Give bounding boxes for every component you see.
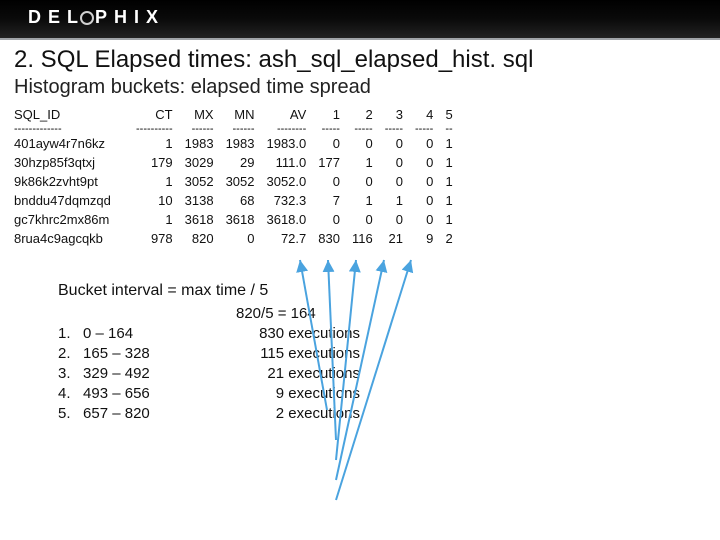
- col-mn: MN: [220, 105, 261, 124]
- col-ct: CT: [130, 105, 179, 124]
- col-mx: MX: [179, 105, 220, 124]
- bucket-executions: 820/5 = 164 830 executions 115 execution…: [236, 304, 360, 424]
- calc-header: 820/5 = 164: [236, 304, 360, 324]
- page-title: 2. SQL Elapsed times: ash_sql_elapsed_hi…: [14, 46, 706, 74]
- col-av: AV: [260, 105, 312, 124]
- col-sqlid: SQL_ID: [14, 105, 130, 124]
- col-4: 4: [409, 105, 439, 124]
- col-5: 5: [439, 105, 458, 124]
- bottom-columns: 1. 0 – 164 2. 165 – 328 3. 329 – 492 4. …: [58, 304, 720, 424]
- histogram-table: SQL_ID CT MX MN AV 1 2 3 4 5 -----------…: [14, 105, 459, 248]
- table-wrap: SQL_ID CT MX MN AV 1 2 3 4 5 -----------…: [14, 105, 706, 248]
- col-1: 1: [312, 105, 346, 124]
- table-row: gc7khrc2mx86m1361836183618.000001: [14, 210, 459, 229]
- col-3: 3: [379, 105, 409, 124]
- table-row: 401ayw4r7n6kz1198319831983.000001: [14, 134, 459, 153]
- table-row: bnddu47dqmzqd10313868732.371101: [14, 191, 459, 210]
- bucket-ranges: 1. 0 – 164 2. 165 – 328 3. 329 – 492 4. …: [58, 304, 198, 424]
- logo: D E LP H I X: [28, 7, 159, 28]
- table-header-row: SQL_ID CT MX MN AV 1 2 3 4 5: [14, 105, 459, 124]
- table-row: 30hzp85f3qtxj179302929111.01771001: [14, 153, 459, 172]
- page-subtitle: Histogram buckets: elapsed time spread: [14, 76, 706, 99]
- bucket-interval-note: Bucket interval = max time / 5: [58, 282, 720, 300]
- top-banner: D E LP H I X: [0, 0, 720, 40]
- col-2: 2: [346, 105, 379, 124]
- table-row: 9k86k2zvht9pt1305230523052.000001: [14, 172, 459, 191]
- divider-row: ------------- ---------- ------ ------ -…: [14, 124, 459, 134]
- table-row: 8rua4c9agcqkb978820072.78301162192: [14, 229, 459, 248]
